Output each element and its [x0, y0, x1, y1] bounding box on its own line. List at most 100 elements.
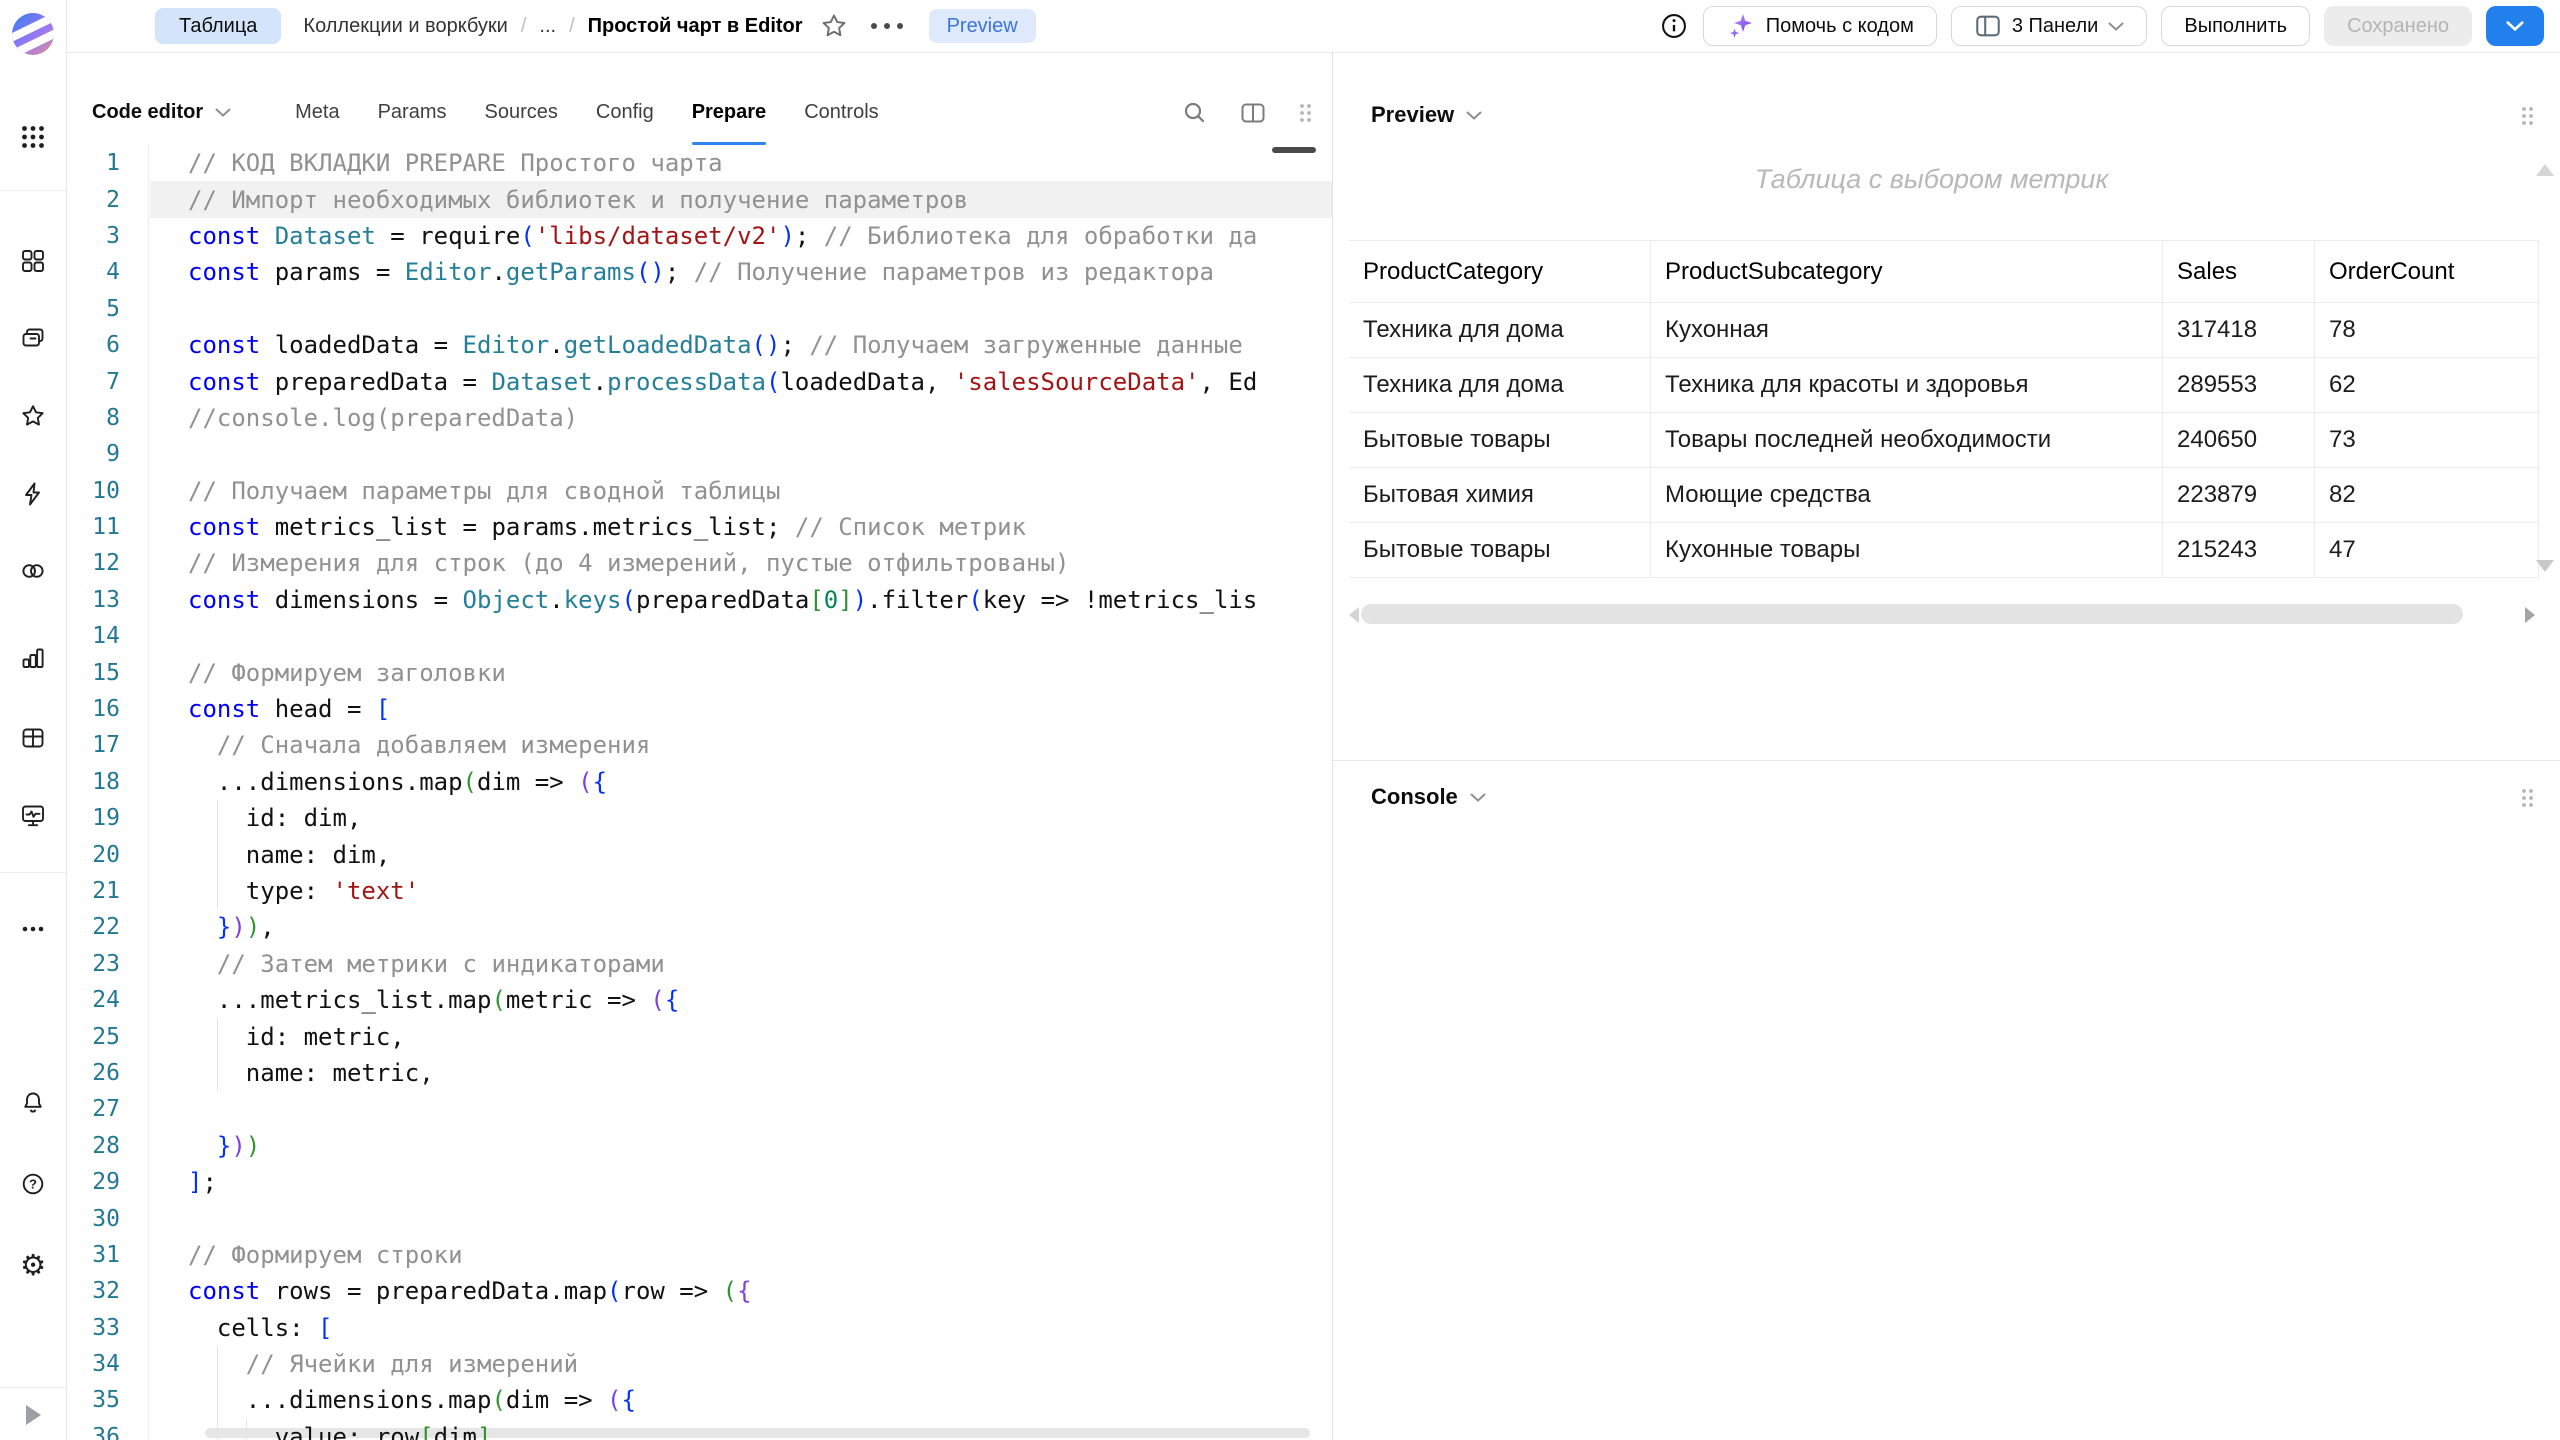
- datalens-logo-icon[interactable]: [12, 13, 54, 55]
- code-line[interactable]: 13const dimensions = Object.keys(prepare…: [66, 582, 1332, 618]
- code-line-content: // Формируем строки: [188, 1241, 463, 1269]
- code-line[interactable]: 2// Импорт необходимых библиотек и получ…: [66, 181, 1332, 217]
- code-line[interactable]: 16const head = [: [66, 691, 1332, 727]
- table-header-cell[interactable]: Sales: [2163, 241, 2315, 303]
- favorites-star-icon[interactable]: [18, 401, 48, 431]
- code-line[interactable]: 22 })),: [66, 909, 1332, 945]
- code-line[interactable]: 3const Dataset = require('libs/dataset/v…: [66, 218, 1332, 254]
- editor-title: Code editor: [92, 101, 203, 124]
- code-line[interactable]: 17 // Сначала добавляем измерения: [66, 727, 1332, 763]
- table-header-cell[interactable]: ProductCategory: [1349, 241, 1651, 303]
- code-line[interactable]: 25 id: metric,: [66, 1018, 1332, 1054]
- editor-tab-meta[interactable]: Meta: [295, 80, 339, 145]
- code-line[interactable]: 8//console.log(preparedData): [66, 400, 1332, 436]
- editor-tab-config[interactable]: Config: [596, 80, 654, 145]
- line-number: 13: [66, 587, 120, 613]
- code-line[interactable]: 11const metrics_list = params.metrics_li…: [66, 509, 1332, 545]
- line-number: 19: [66, 805, 120, 831]
- connections-icon[interactable]: [18, 479, 48, 509]
- code-line[interactable]: 29];: [66, 1164, 1332, 1200]
- search-icon[interactable]: [1181, 99, 1209, 127]
- breadcrumb-item[interactable]: ...: [539, 15, 556, 38]
- code-line[interactable]: 21 type: 'text': [66, 873, 1332, 909]
- code-line-content: name: metric,: [188, 1059, 434, 1087]
- navigation-icon[interactable]: [18, 246, 48, 276]
- code-line-content: const metrics_list = params.metrics_list…: [188, 513, 1026, 541]
- code-line[interactable]: 1// КОД ВКЛАДКИ PREPARE Простого чарта: [66, 145, 1332, 181]
- preview-drag-handle-icon[interactable]: [2519, 105, 2536, 127]
- console-drag-handle-icon[interactable]: [2519, 787, 2536, 809]
- preview-header-dropdown[interactable]: Preview: [1371, 102, 1482, 128]
- line-number: 33: [66, 1315, 120, 1341]
- preview-badge[interactable]: Preview: [929, 9, 1036, 43]
- table-cell: Кухонные товары: [1651, 523, 2163, 578]
- scroll-right-arrow[interactable]: [2525, 607, 2535, 623]
- code-line[interactable]: 27: [66, 1091, 1332, 1127]
- topbar: Таблица Коллекции и воркбуки/.../Простой…: [66, 0, 2560, 53]
- table-header-cell[interactable]: OrderCount: [2315, 241, 2539, 303]
- more-icon[interactable]: [18, 914, 48, 944]
- code-line[interactable]: 4const params = Editor.getParams(); // П…: [66, 254, 1332, 290]
- code-line[interactable]: 15// Формируем заголовки: [66, 654, 1332, 690]
- code-line[interactable]: 5: [66, 291, 1332, 327]
- code-editor-area[interactable]: 1// КОД ВКЛАДКИ PREPARE Простого чарта2/…: [66, 145, 1332, 1440]
- assist-with-code-button[interactable]: Помочь с кодом: [1703, 6, 1937, 46]
- code-line[interactable]: 18 ...dimensions.map(dim => ({: [66, 764, 1332, 800]
- code-line[interactable]: 28 })): [66, 1128, 1332, 1164]
- console-header-dropdown[interactable]: Console: [1371, 784, 1486, 810]
- split-view-icon[interactable]: [1239, 99, 1267, 127]
- breadcrumb-item[interactable]: Коллекции и воркбуки: [303, 15, 507, 38]
- notifications-bell-icon[interactable]: [18, 1088, 48, 1118]
- editor-tab-prepare[interactable]: Prepare: [692, 80, 767, 145]
- scroll-up-arrow[interactable]: [2536, 164, 2554, 176]
- code-line[interactable]: 35 ...dimensions.map(dim => ({: [66, 1382, 1332, 1418]
- code-line[interactable]: 32const rows = preparedData.map(row => (…: [66, 1273, 1332, 1309]
- editor-tab-params[interactable]: Params: [378, 80, 447, 145]
- run-button[interactable]: Выполнить: [2161, 6, 2310, 46]
- panels-dropdown-button[interactable]: 3 Панели: [1951, 6, 2148, 46]
- charts-icon[interactable]: [18, 643, 48, 673]
- datasets-icon[interactable]: [18, 556, 48, 586]
- code-line[interactable]: 19 id: dim,: [66, 800, 1332, 836]
- topbar-actions: Помочь с кодом 3 Панели Выполнить Сохран…: [1659, 6, 2544, 46]
- editor-tab-sources[interactable]: Sources: [485, 80, 558, 145]
- scroll-down-arrow[interactable]: [2536, 560, 2554, 572]
- code-line[interactable]: 23 // Затем метрики с индикаторами: [66, 946, 1332, 982]
- favorite-star-button[interactable]: [819, 11, 849, 41]
- dashboards-icon[interactable]: [18, 723, 48, 753]
- entity-tab[interactable]: Таблица: [155, 8, 281, 44]
- settings-gear-icon[interactable]: ⚙: [18, 1250, 48, 1280]
- code-line[interactable]: 14: [66, 618, 1332, 654]
- monitoring-icon[interactable]: [18, 801, 48, 831]
- code-line[interactable]: 34 // Ячейки для измерений: [66, 1346, 1332, 1382]
- code-line[interactable]: 9: [66, 436, 1332, 472]
- table-row: Техника для домаТехника для красоты и зд…: [1349, 358, 2539, 413]
- code-line[interactable]: 6const loadedData = Editor.getLoadedData…: [66, 327, 1332, 363]
- info-icon[interactable]: [1659, 11, 1689, 41]
- editor-mode-dropdown[interactable]: Code editor: [92, 101, 231, 124]
- editor-tab-controls[interactable]: Controls: [804, 80, 878, 145]
- help-icon[interactable]: ?: [18, 1169, 48, 1199]
- code-line[interactable]: 30: [66, 1200, 1332, 1236]
- code-line[interactable]: 7const preparedData = Dataset.processDat…: [66, 363, 1332, 399]
- drag-handle-icon[interactable]: [1297, 102, 1314, 124]
- expand-sidebar-button[interactable]: [18, 1400, 48, 1430]
- code-line[interactable]: 24 ...metrics_list.map(metric => ({: [66, 982, 1332, 1018]
- collections-icon[interactable]: [18, 324, 48, 354]
- save-dropdown-button[interactable]: [2486, 6, 2544, 46]
- code-line[interactable]: 12// Измерения для строк (до 4 измерений…: [66, 545, 1332, 581]
- code-line[interactable]: 31// Формируем строки: [66, 1237, 1332, 1273]
- code-line[interactable]: 10// Получаем параметры для сводной табл…: [66, 473, 1332, 509]
- code-line[interactable]: 33 cells: [: [66, 1310, 1332, 1346]
- scrollbar-thumb[interactable]: [1361, 604, 2463, 624]
- code-line[interactable]: 26 name: metric,: [66, 1055, 1332, 1091]
- line-number: 36: [66, 1424, 120, 1440]
- apps-grid-icon[interactable]: [18, 122, 48, 152]
- code-line[interactable]: 20 name: dim,: [66, 836, 1332, 872]
- scroll-left-arrow[interactable]: [1349, 607, 1359, 623]
- line-number: 9: [66, 441, 120, 467]
- code-line-content: // Ячейки для измерений: [188, 1350, 578, 1378]
- more-actions-button[interactable]: [871, 23, 903, 29]
- breadcrumb-item[interactable]: Простой чарт в Editor: [588, 15, 803, 38]
- table-header-cell[interactable]: ProductSubcategory: [1651, 241, 2163, 303]
